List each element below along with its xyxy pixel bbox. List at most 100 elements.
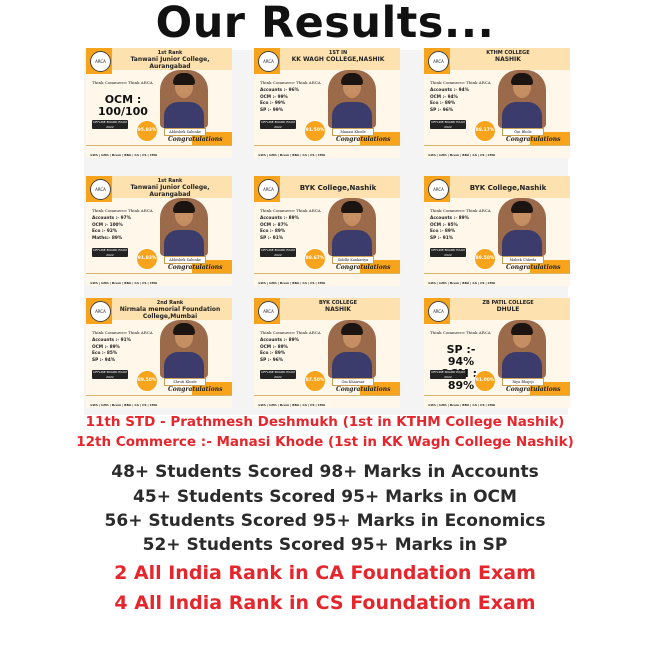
percentage-badge: 88.17% — [474, 120, 496, 142]
stat-ocm: 45+ Students Scored 95+ Marks in OCM — [133, 487, 517, 507]
student-photo-hair — [511, 323, 533, 335]
subject-mark: Accounts :- 89% — [260, 216, 299, 221]
student-photo-hair — [173, 323, 195, 335]
arca-logo-icon: ARCA — [90, 51, 111, 72]
subject-mark: Accounts :- 89% — [260, 338, 299, 343]
percentage-badge: 89.50% — [136, 370, 158, 392]
result-card: ARCA BYK College,Nashik Think Commerce Thi… — [424, 176, 570, 286]
student-photo — [328, 198, 376, 256]
tagline: Think Commerce Think ARCA — [430, 330, 491, 335]
card-college: NASHIK — [495, 56, 521, 63]
student-name: Siddhi Kankariya — [332, 256, 374, 264]
student-photo-shirt — [164, 102, 204, 128]
student-photo-shirt — [164, 352, 204, 378]
student-photo-hair — [341, 323, 363, 335]
result-card: ARCA BYK College,Nashik Think Commerce Thi… — [254, 176, 400, 286]
percentage-badge: 91.83% — [136, 248, 158, 270]
card-footer-courses: 11th | 12th | Bcom | BBA | CA | CS | CMA — [428, 281, 496, 285]
percentage-badge: 89.50% — [474, 248, 496, 270]
congratulations-text: Congratulations — [168, 264, 223, 271]
offline-board-badge: OFFLINE BOARD EXAM 2022 — [92, 120, 128, 129]
card-footer-courses: 11th | 12th | Bcom | BBA | CA | CS | CMA — [258, 281, 326, 285]
subject-mark: Eco :- 99% — [260, 101, 286, 107]
card-footer-courses: 11th | 12th | Bcom | BBA | CA | CS | CMA — [428, 153, 496, 157]
student-photo-shirt — [502, 352, 542, 378]
results-poster: Our Results... ARCA 1st Rank Tanwani Junio… — [0, 0, 650, 650]
student-photo-shirt — [332, 102, 372, 128]
tagline: Think Commerce Think ARCA — [260, 80, 321, 85]
tagline: Think Commerce Think ARCA — [260, 208, 321, 213]
subject-mark: Eco :- 89% — [430, 101, 456, 107]
subject-mark: Accounts :- 94% — [430, 88, 469, 93]
subject-mark: SP :- 91% — [430, 235, 454, 241]
card-college: KK WAGH COLLEGE,NASHIK — [291, 56, 385, 63]
student-photo-hair — [511, 201, 533, 213]
student-photo — [160, 70, 208, 128]
result-card: ARCA BYK COLLEGE NASHIK Think Commerce Thin… — [254, 298, 400, 408]
congratulations-text: Congratulations — [168, 136, 223, 143]
subject-mark: SP :- 91% — [260, 235, 284, 241]
student-photo-shirt — [502, 102, 542, 128]
subject-marks-list: Accounts :- 89% OCM :- 95% Eco :- 89% SP :-… — [430, 216, 469, 242]
subject-mark: Accounts :- 89% — [430, 216, 469, 221]
student-photo-shirt — [332, 352, 372, 378]
subject-mark: Accounts :- 91% — [92, 338, 131, 343]
subject-mark: Eco :- 89% — [260, 229, 286, 235]
student-name: Abhishek Salunke — [164, 256, 206, 264]
result-card: ARCA ZB PATIL COLLEGE DHULE Think Commerce … — [424, 298, 570, 408]
subject-mark: Eco :- 89% — [430, 229, 456, 235]
stat-sp: 52+ Students Scored 95+ Marks in SP — [142, 535, 508, 555]
subject-mark: Eco :- 89% — [260, 351, 286, 357]
offline-board-badge: OFFLINE BOARD EXAM 2022 — [92, 370, 128, 379]
offline-board-badge: OFFLINE BOARD EXAM 2022 — [260, 370, 296, 379]
congratulations-text: Congratulations — [168, 386, 223, 393]
student-name: Riya Bhajeji — [502, 378, 544, 386]
result-card: ARCA 1st Rank Tanwani Junior College, Aura… — [86, 176, 232, 286]
arca-logo-icon: ARCA — [258, 51, 279, 72]
offline-board-badge: OFFLINE BOARD EXAM 2022 — [92, 248, 128, 257]
tagline: Think Commerce Think ARCA — [92, 80, 153, 85]
congratulations-text: Congratulations — [506, 264, 561, 271]
offline-board-badge: OFFLINE BOARD EXAM 2022 — [260, 248, 296, 257]
offline-board-badge: OFFLINE BOARD EXAM 2022 — [430, 248, 466, 257]
subject-marks-list: Accounts :- 96% OCM :- 99% Eco :- 99% SP :-… — [260, 88, 299, 114]
card-rank: BYK College,Nashik — [469, 184, 547, 192]
rank-cs-foundation: 4 All India Rank in CS Foundation Exam — [114, 592, 536, 614]
headline-score: OCM : 100/100 — [98, 93, 148, 118]
subject-mark: SP :- 96% — [430, 107, 454, 113]
subject-mark: SP :- 96% — [260, 357, 284, 363]
page-title: Our Results... — [155, 0, 495, 48]
congratulations-text: Congratulations — [506, 386, 561, 393]
arca-logo-icon: ARCA — [428, 301, 449, 322]
subject-mark: Accounts :- 96% — [260, 88, 299, 93]
arca-logo-icon: ARCA — [258, 301, 279, 322]
card-college: Nirmala memorial Foundation College,Mumb… — [119, 306, 221, 320]
student-name: Manasi Khode — [332, 128, 374, 136]
card-footer-courses: 11th | 12th | Bcom | BBA | CA | CS | CMA — [90, 281, 158, 285]
tagline: Think Commerce Think ARCA — [260, 330, 321, 335]
stat-economics: 56+ Students Scored 95+ Marks in Economi… — [104, 511, 546, 531]
student-photo-hair — [511, 73, 533, 85]
percentage-badge: 87.50% — [304, 370, 326, 392]
student-photo-hair — [341, 73, 363, 85]
student-name: Mahek Chheda — [502, 256, 544, 264]
subject-mark: Accounts :- 97% — [92, 216, 131, 221]
arca-logo-icon: ARCA — [428, 51, 449, 72]
card-footer-courses: 11th | 12th | Bcom | BBA | CA | CS | CMA — [90, 153, 158, 157]
subject-mark: SP :- 94% — [92, 357, 116, 363]
student-photo — [498, 320, 546, 378]
congratulations-text: Congratulations — [336, 386, 391, 393]
tagline: Think Commerce Think ARCA — [430, 80, 491, 85]
student-photo — [328, 320, 376, 378]
arca-logo-icon: ARCA — [90, 179, 111, 200]
tagline: Think Commerce Think ARCA — [92, 330, 153, 335]
result-cards-grid: ARCA 1st Rank Tanwani Junior College, Aura… — [86, 44, 570, 410]
card-college: DHULE — [496, 306, 520, 313]
offline-board-badge: OFFLINE BOARD EXAM 2022 — [430, 120, 466, 129]
rank-ca-foundation: 2 All India Rank in CA Foundation Exam — [114, 562, 536, 584]
percentage-badge: 95.83% — [136, 120, 158, 142]
card-rank: BYK College,Nashik — [299, 184, 377, 192]
card-college: NASHIK — [325, 306, 351, 313]
card-footer-courses: 11th | 12th | Bcom | BBA | CA | CS | CMA — [258, 153, 326, 157]
result-card: ARCA 1st Rank Tanwani Junior College, Aura… — [86, 48, 232, 158]
